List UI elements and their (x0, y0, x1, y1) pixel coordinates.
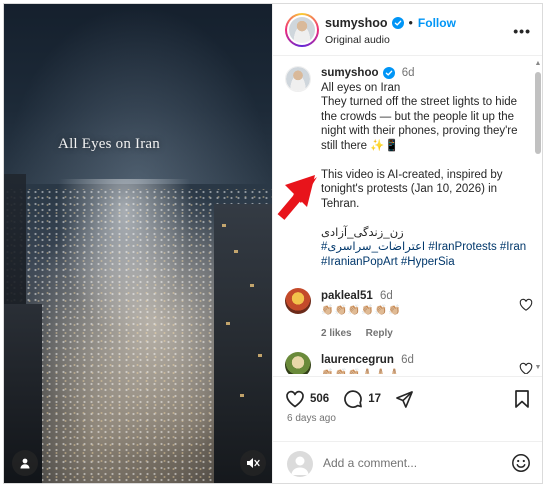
comment-age: 6d (401, 354, 414, 366)
building-right (214, 204, 272, 483)
caption-avatar[interactable] (285, 66, 311, 92)
comment-username[interactable]: pakleal51 (321, 290, 373, 302)
scrollbar-thumb[interactable] (535, 72, 541, 154)
comment-avatar[interactable] (285, 288, 311, 314)
caption-line-disclaimer: This video is AI-created, inspired by to… (321, 168, 503, 210)
header-username[interactable]: sumyshoo (325, 16, 388, 30)
share-send-icon[interactable] (395, 390, 414, 409)
verified-badge-icon (382, 67, 395, 80)
post-details-panel: sumyshoo • Follow Original audio ••• sum… (272, 4, 542, 483)
caption-persian-text: زن_زندگی_آزادی (321, 226, 404, 239)
comment-username[interactable]: laurencegrun (321, 354, 394, 366)
caption-line-title: All eyes on Iran (321, 81, 401, 94)
heart-icon[interactable] (519, 298, 533, 312)
like-count[interactable]: 506 (310, 393, 329, 405)
user-icon (20, 458, 30, 469)
follow-button[interactable]: Follow (418, 16, 456, 30)
speaker-muted-icon (247, 458, 260, 468)
reply-button[interactable]: Reply (366, 328, 393, 339)
video-player[interactable]: All Eyes on Iran (4, 4, 272, 483)
caption-age[interactable]: 6d (402, 67, 415, 79)
mute-button[interactable] (240, 450, 266, 476)
caption-username[interactable]: sumyshoo (321, 66, 379, 81)
comment-count[interactable]: 17 (368, 393, 381, 405)
post-modal: All Eyes on Iran sumyshoo • Follow Origi… (3, 3, 543, 484)
heart-icon[interactable] (519, 362, 533, 374)
like-heart-icon[interactable] (285, 389, 305, 409)
caption-line-body: They turned off the street lights to hid… (321, 96, 518, 152)
annotation-arrow-icon (277, 175, 317, 220)
bookmark-icon[interactable] (513, 389, 531, 409)
comment-age: 6d (380, 290, 393, 302)
comment-icon[interactable] (343, 389, 363, 409)
comment-likes[interactable]: 2 likes (321, 328, 352, 339)
post-timestamp[interactable]: 6 days ago (287, 413, 336, 424)
comment-avatar[interactable] (285, 352, 311, 374)
add-comment-bar (273, 441, 542, 483)
tagged-users-button[interactable] (12, 450, 38, 476)
comment-input[interactable] (323, 456, 493, 470)
separator-dot: • (408, 16, 413, 30)
scroll-down-arrow-icon[interactable]: ▼ (534, 364, 542, 372)
hashtags-line-1[interactable]: #اعتراضات_سراسری #IranProtests #Iran (321, 240, 531, 255)
story-avatar[interactable] (285, 13, 319, 47)
post-header: sumyshoo • Follow Original audio ••• (273, 4, 542, 56)
hashtags-line-2[interactable]: #IranianPopArt #HyperSia (321, 255, 531, 270)
more-options-icon[interactable]: ••• (513, 23, 531, 39)
current-user-avatar (287, 451, 313, 477)
comment-text: 👏🏼👏🏼👏🏼🙏🏼🙏🏼🙏🏼 (321, 369, 501, 374)
verified-badge-icon (391, 17, 404, 29)
default-user-icon (291, 456, 309, 475)
avatar (289, 17, 315, 43)
emoji-icon[interactable] (511, 453, 531, 473)
video-overlay-text: All Eyes on Iran (58, 136, 160, 152)
scrollbar[interactable]: ▲ ▼ (534, 60, 542, 372)
comment-text: 👏🏼👏🏼👏🏼👏🏼👏🏼👏🏼 (321, 305, 402, 316)
audio-link[interactable]: Original audio (325, 34, 390, 46)
scroll-up-arrow-icon[interactable]: ▲ (534, 60, 542, 68)
